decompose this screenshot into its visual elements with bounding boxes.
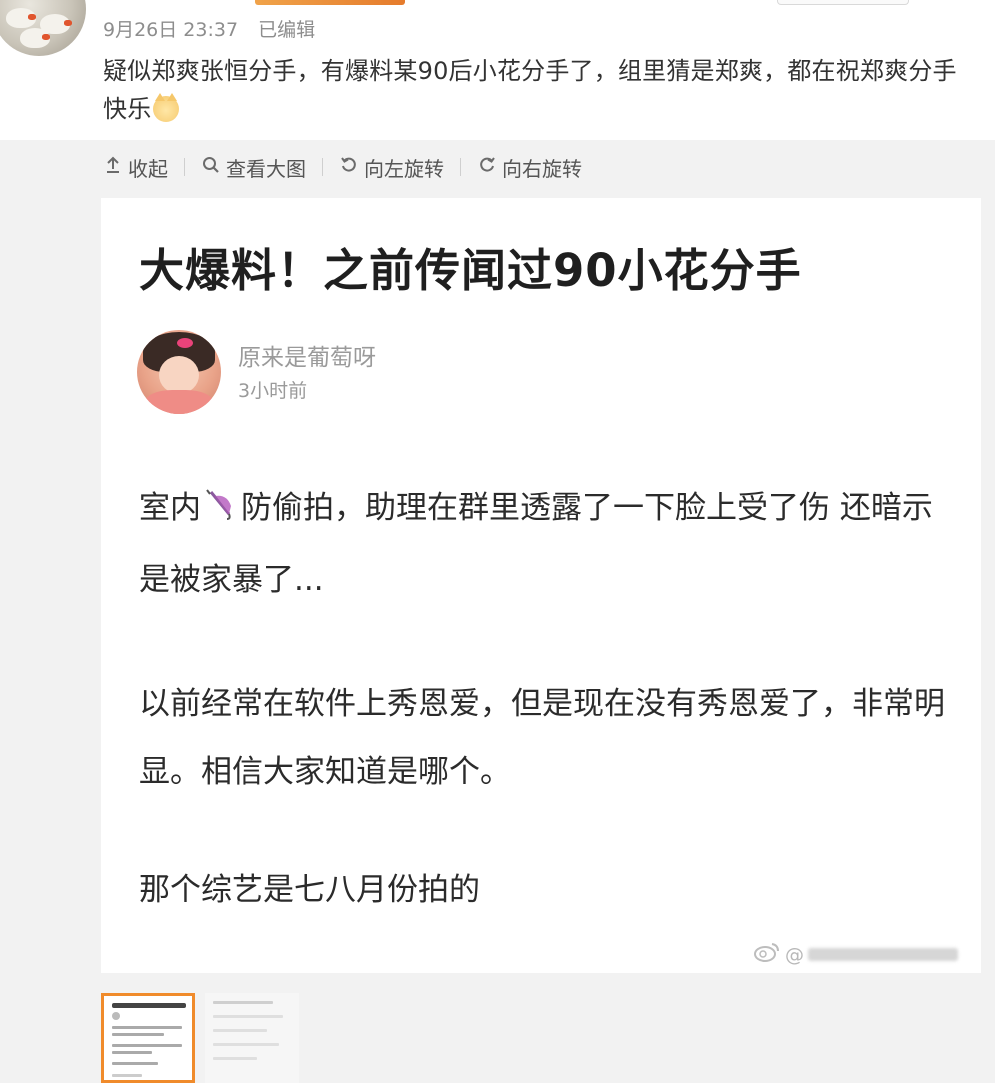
edited-label[interactable]: 已编辑 [258,15,315,42]
rotate-right-icon [477,156,497,179]
post-text: 疑似郑爽张恒分手，有爆料某90后小花分手了，组里猜是郑爽，都在祝郑爽分手快乐 [103,52,978,128]
toolbar-divider [460,158,461,176]
toolbar-divider [184,158,185,176]
watermark-at: @ [785,943,804,966]
article-paragraph-1: 室内 防偷拍，助理在群里透露了一下脸上受了伤 还暗示是被家暴了... [139,474,959,614]
watermark: @ [753,942,958,967]
thumbnail-1[interactable] [101,993,195,1083]
article-title: 大爆料！之前传闻过90小花分手 [139,244,802,297]
author-name: 原来是葡萄呀 [238,345,376,371]
paragraph-1-end: 防偷拍，助理在群里透露了一下脸上受了伤 还暗示是被家暴了... [139,490,933,598]
paragraph-1-start: 室内 [139,490,201,526]
watermark-blurred-name [808,948,958,961]
media-toolbar: 收起 查看大图 向左旋转 向右旋转 [103,152,582,182]
thumbnail-2[interactable] [205,993,299,1083]
cat-emoji-icon [153,93,180,122]
author-avatar [137,330,221,414]
article-paragraph-3: 那个综艺是七八月份拍的 [139,872,480,908]
expanded-media-panel: 收起 查看大图 向左旋转 向右旋转 大爆料！之前传闻过90小花分手 原来是葡萄呀… [0,140,995,1083]
collapse-button[interactable]: 收起 [103,153,168,182]
post-body: 疑似郑爽张恒分手，有爆料某90后小花分手了，组里猜是郑爽，都在祝郑爽分手快乐 [103,57,957,123]
rotate-right-button[interactable]: 向右旋转 [477,153,582,182]
rotate-right-label: 向右旋转 [502,156,582,181]
rotate-left-label: 向左旋转 [364,156,444,181]
view-large-button[interactable]: 查看大图 [201,153,306,182]
rotate-left-icon [339,156,359,179]
poster-avatar[interactable] [0,0,86,56]
view-large-label: 查看大图 [226,156,306,181]
collapse-label: 收起 [128,156,168,181]
article-paragraph-2: 以前经常在软件上秀恩爱，但是现在没有秀恩爱了，非常明显。相信大家知道是哪个。 [139,686,945,790]
magnifier-icon [201,156,221,179]
poster-username[interactable] [255,0,405,5]
author-time: 3小时前 [238,380,308,402]
follow-button[interactable] [777,0,909,5]
weibo-logo-icon [753,942,781,967]
collapse-arrow-icon [103,156,123,179]
large-image[interactable]: 大爆料！之前传闻过90小花分手 原来是葡萄呀 3小时前 室内 防偷拍，助理在群里透… [101,198,981,973]
toolbar-divider [322,158,323,176]
umbrella-emoji-icon [201,478,241,546]
rotate-left-button[interactable]: 向左旋转 [339,153,444,182]
post-meta: 9月26日 23:37 已编辑 [103,15,315,42]
post-timestamp[interactable]: 9月26日 23:37 [103,15,238,42]
